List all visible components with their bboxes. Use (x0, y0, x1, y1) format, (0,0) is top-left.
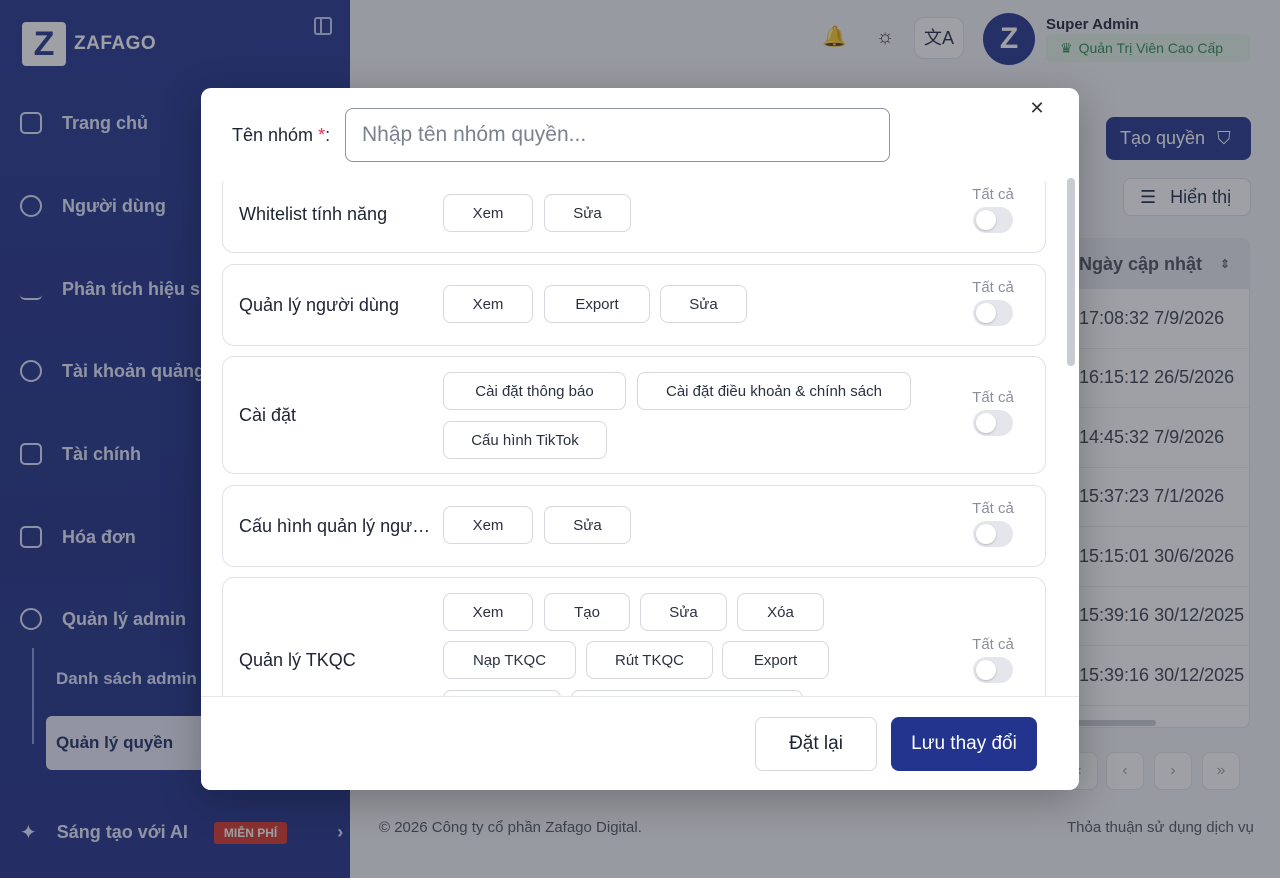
permission-group-title: Cấu hình quản lý người dùng (239, 516, 435, 536)
perm-edit-chip[interactable]: Sửa (544, 194, 631, 232)
permission-group-title: Whitelist tính năng (239, 204, 388, 224)
group-name-label: Tên nhóm *: (232, 125, 330, 146)
select-all-label: Tất cả (972, 500, 1014, 517)
select-all-toggle[interactable] (973, 207, 1013, 233)
perm-view-chip[interactable]: Xem (443, 285, 533, 323)
perm-topup-chip[interactable]: Nạp TKQC (443, 641, 576, 679)
select-all-label: Tất cả (972, 636, 1014, 653)
perm-view-chip[interactable]: Xem (443, 194, 533, 232)
perm-edit-chip[interactable]: Sửa (544, 506, 631, 544)
close-icon[interactable]: ✕ (1027, 98, 1047, 118)
permission-group-users: Quản lý người dùng Xem Export Sửa Tất cả (222, 264, 1046, 346)
select-all-label: Tất cả (972, 389, 1014, 406)
perm-edit-chip[interactable]: Sửa (640, 593, 727, 631)
perm-notification-settings-chip[interactable]: Cài đặt thông báo (443, 372, 626, 410)
perm-edit-chip[interactable]: Sửa (660, 285, 747, 323)
perm-view-chip[interactable]: Xem (443, 506, 533, 544)
create-group-modal: ✕ Tên nhóm *: Whitelist tính năng Xem Sử… (201, 88, 1079, 790)
perm-export-chip[interactable]: Export (722, 641, 829, 679)
modal-footer: Đặt lại Lưu thay đổi (201, 696, 1079, 790)
select-all-label: Tất cả (972, 279, 1014, 296)
perm-export-chip[interactable]: Export (544, 285, 650, 323)
vertical-scrollbar[interactable] (1067, 178, 1075, 366)
select-all: Tất cả (963, 389, 1023, 436)
select-all-toggle[interactable] (973, 657, 1013, 683)
perm-delete-chip[interactable]: Xóa (737, 593, 824, 631)
save-changes-button[interactable]: Lưu thay đổi (891, 717, 1037, 771)
permission-group-whitelist: Whitelist tính năng Xem Sửa Tất cả (222, 181, 1046, 253)
select-all-toggle[interactable] (973, 521, 1013, 547)
select-all: Tất cả (963, 636, 1023, 683)
perm-view-chip[interactable]: Xem (443, 593, 533, 631)
permission-group-title: Cài đặt (239, 405, 297, 425)
select-all-toggle[interactable] (973, 410, 1013, 436)
permission-group-settings: Cài đặt Cài đặt thông báo Cài đặt điều k… (222, 356, 1046, 474)
permission-group-user-config: Cấu hình quản lý người dùng Xem Sửa Tất … (222, 485, 1046, 567)
perm-tiktok-config-chip[interactable]: Cấu hình TikTok (443, 421, 607, 459)
group-name-input[interactable] (345, 108, 890, 162)
group-name-label-text: Tên nhóm (232, 125, 314, 145)
select-all-toggle[interactable] (973, 300, 1013, 326)
select-all: Tất cả (963, 186, 1023, 233)
permission-group-title: Quản lý người dùng (239, 295, 399, 315)
select-all: Tất cả (963, 500, 1023, 547)
permission-list: Whitelist tính năng Xem Sửa Tất cả Quản … (210, 181, 1058, 696)
label-colon: : (325, 125, 331, 145)
select-all-label: Tất cả (972, 186, 1014, 203)
permission-group-ad-accounts: Quản lý TKQC Xem Tạo Sửa Xóa Nạp TKQC Rú… (222, 577, 1046, 696)
reset-button[interactable]: Đặt lại (755, 717, 877, 771)
perm-withdraw-chip[interactable]: Rút TKQC (586, 641, 713, 679)
permission-group-title: Quản lý TKQC (239, 650, 356, 670)
perm-create-chip[interactable]: Tạo (544, 593, 630, 631)
perm-terms-settings-chip[interactable]: Cài đặt điều khoản & chính sách (637, 372, 911, 410)
select-all: Tất cả (963, 279, 1023, 326)
